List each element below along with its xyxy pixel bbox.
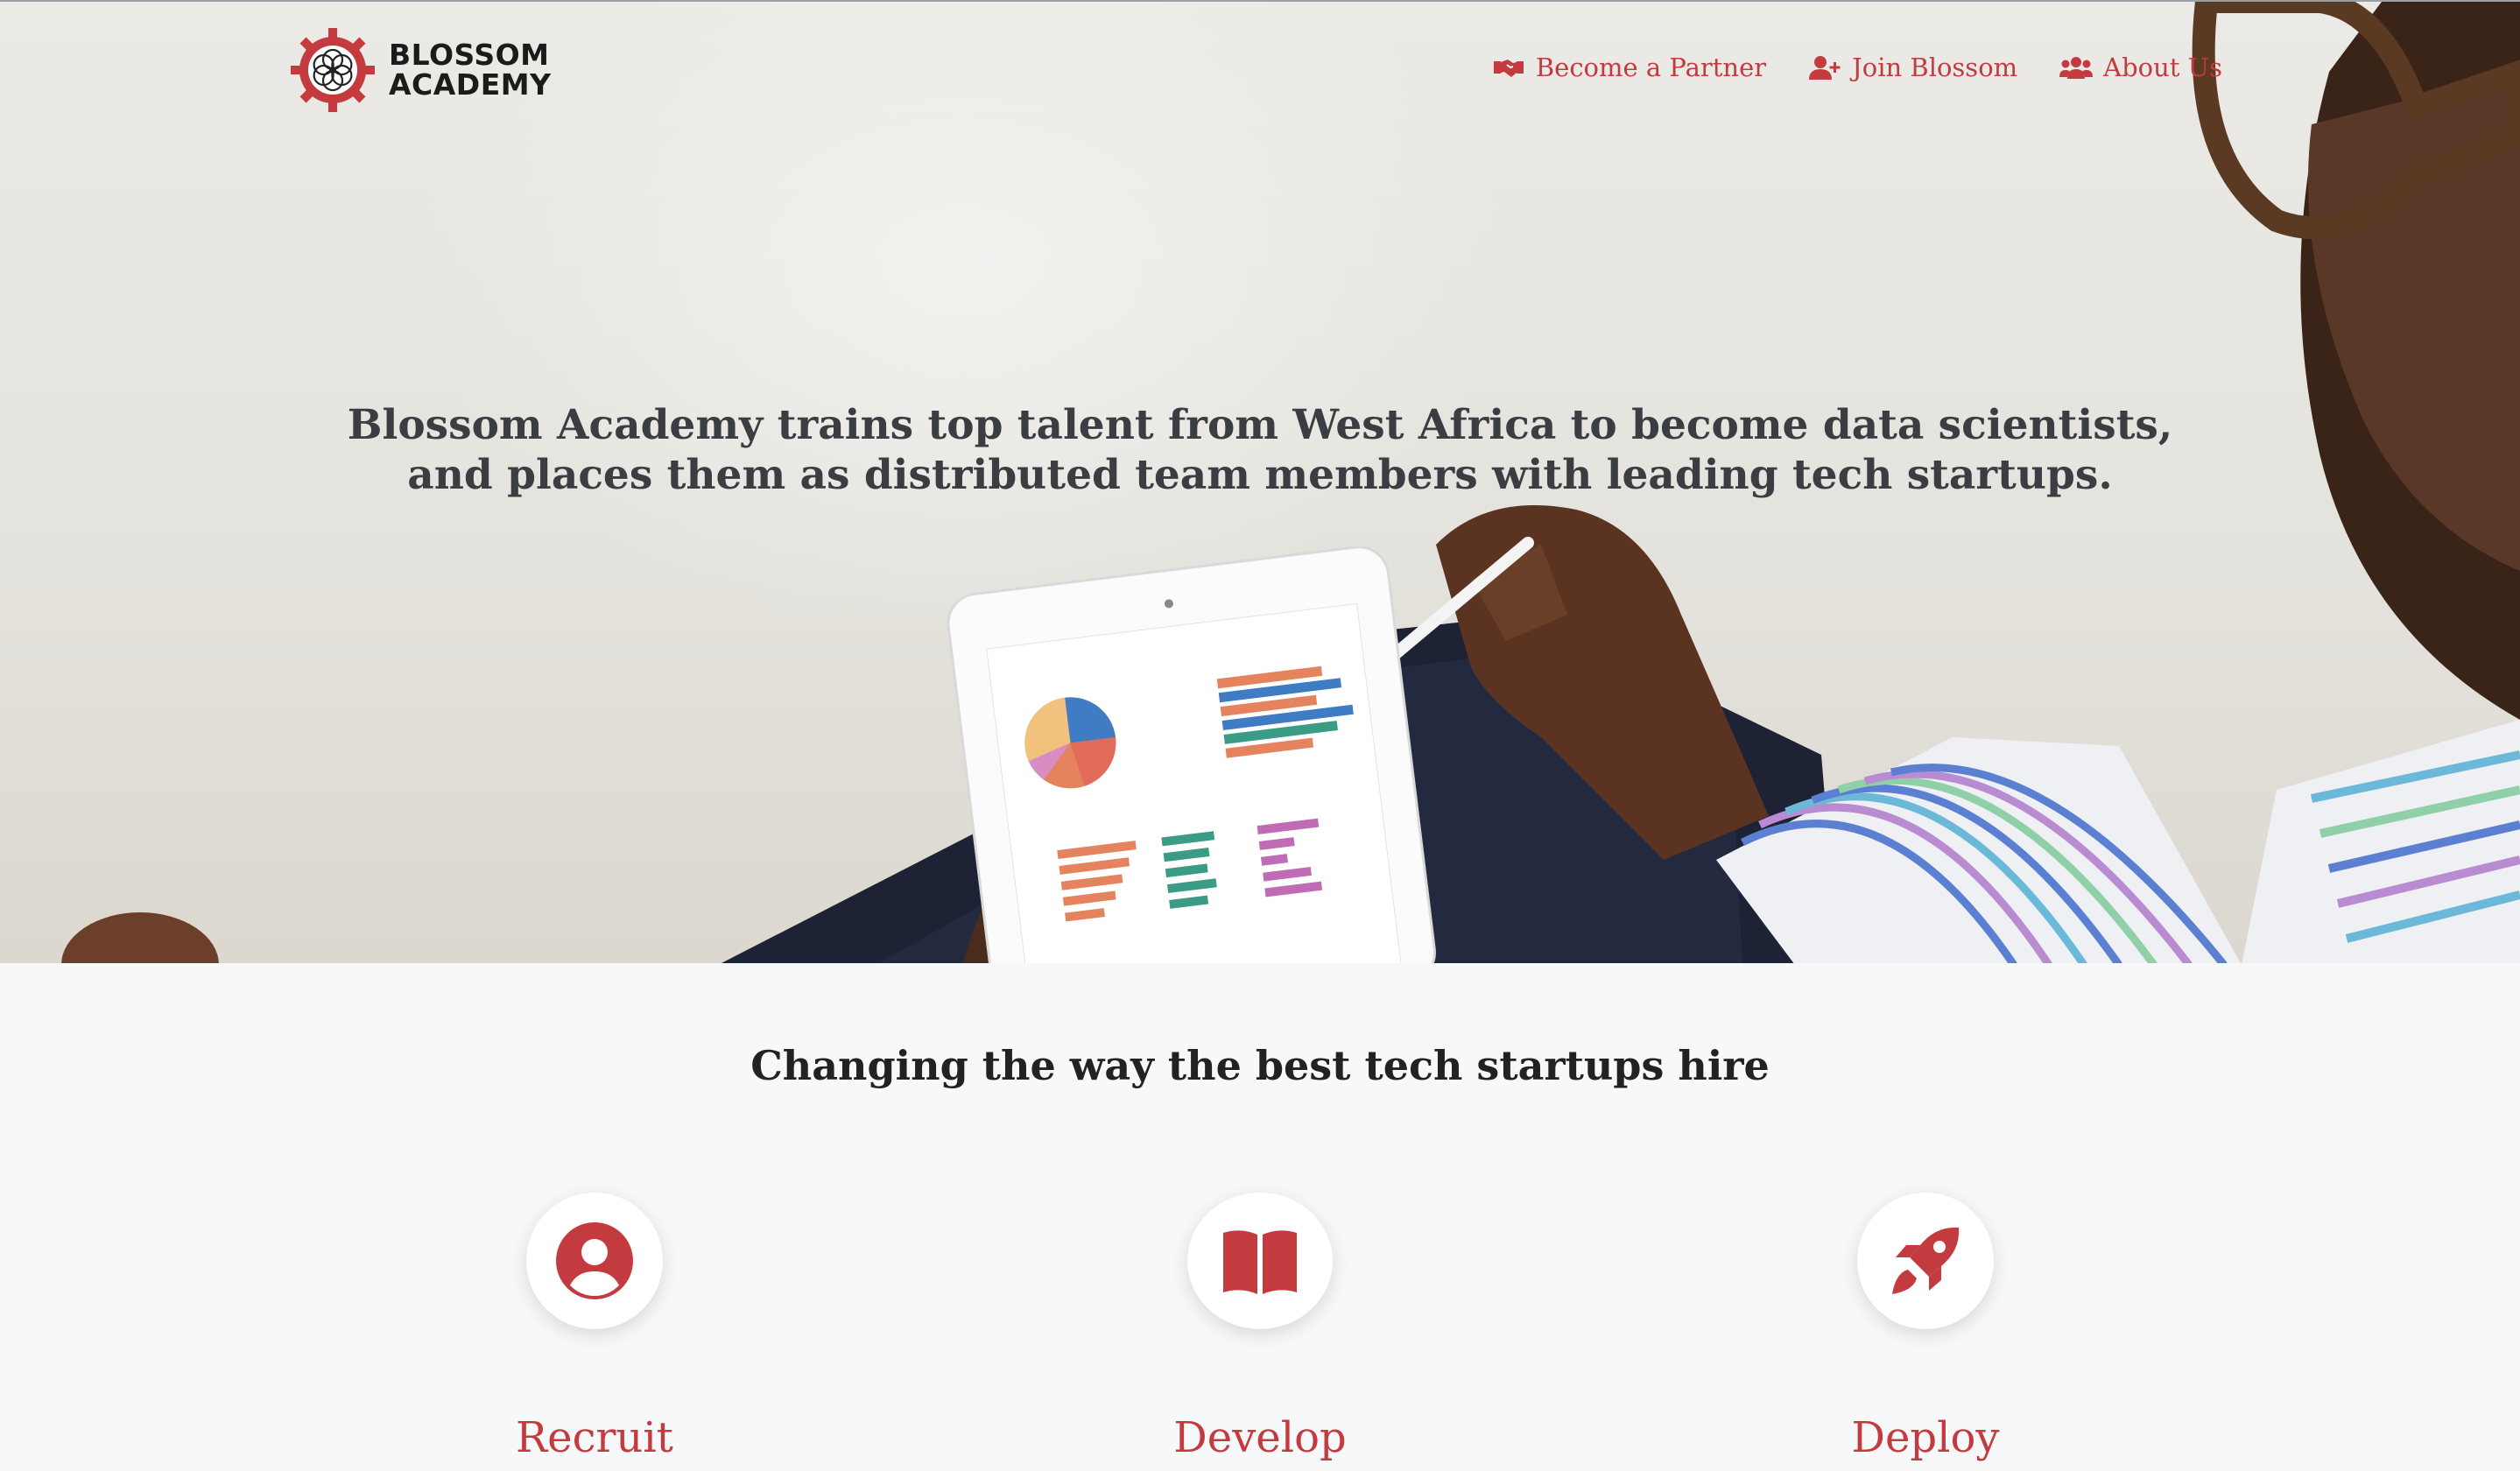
feature-recruit: Recruit xyxy=(384,1193,805,1462)
open-book-icon xyxy=(1223,1230,1297,1294)
top-navigation: Become a Partner Join Blossom About Us xyxy=(1492,53,2222,82)
gear-flower-logo-icon xyxy=(291,28,375,112)
feature-deploy-badge xyxy=(1857,1193,1994,1329)
feature-develop-label: Develop xyxy=(1173,1413,1347,1462)
section-title: Changing the way the best tech startups … xyxy=(750,1042,1770,1089)
users-icon xyxy=(2059,57,2094,79)
feature-deploy-label: Deploy xyxy=(1851,1413,2000,1462)
hero-headline: Blossom Academy trains top talent from W… xyxy=(347,401,2173,499)
brand-wordmark: BLOSSOM ACADEMY xyxy=(389,40,551,100)
hero-banner: BLOSSOM ACADEMY Become a Partner Join Bl… xyxy=(0,0,2520,963)
brand-name-line1: BLOSSOM xyxy=(389,38,550,72)
nav-join-blossom-label: Join Blossom xyxy=(1852,53,2018,82)
rocket-icon xyxy=(1892,1227,1960,1294)
nav-become-partner[interactable]: Become a Partner xyxy=(1492,53,1766,82)
nav-about-us[interactable]: About Us xyxy=(2059,53,2222,82)
feature-recruit-label: Recruit xyxy=(516,1413,673,1462)
feature-recruit-badge xyxy=(526,1193,663,1329)
user-circle-icon xyxy=(556,1222,633,1299)
nav-about-us-label: About Us xyxy=(2103,53,2222,82)
feature-deploy: Deploy xyxy=(1715,1193,2136,1462)
feature-develop-badge xyxy=(1187,1193,1333,1329)
nav-become-partner-label: Become a Partner xyxy=(1535,53,1767,82)
handshake-icon xyxy=(1493,60,1524,77)
brand-name-line2: ACADEMY xyxy=(389,67,552,102)
nav-join-blossom[interactable]: Join Blossom xyxy=(1808,53,2017,82)
feature-develop: Develop xyxy=(1050,1193,1470,1462)
user-plus-icon xyxy=(1809,56,1841,80)
brand-logo[interactable]: BLOSSOM ACADEMY xyxy=(289,26,551,114)
